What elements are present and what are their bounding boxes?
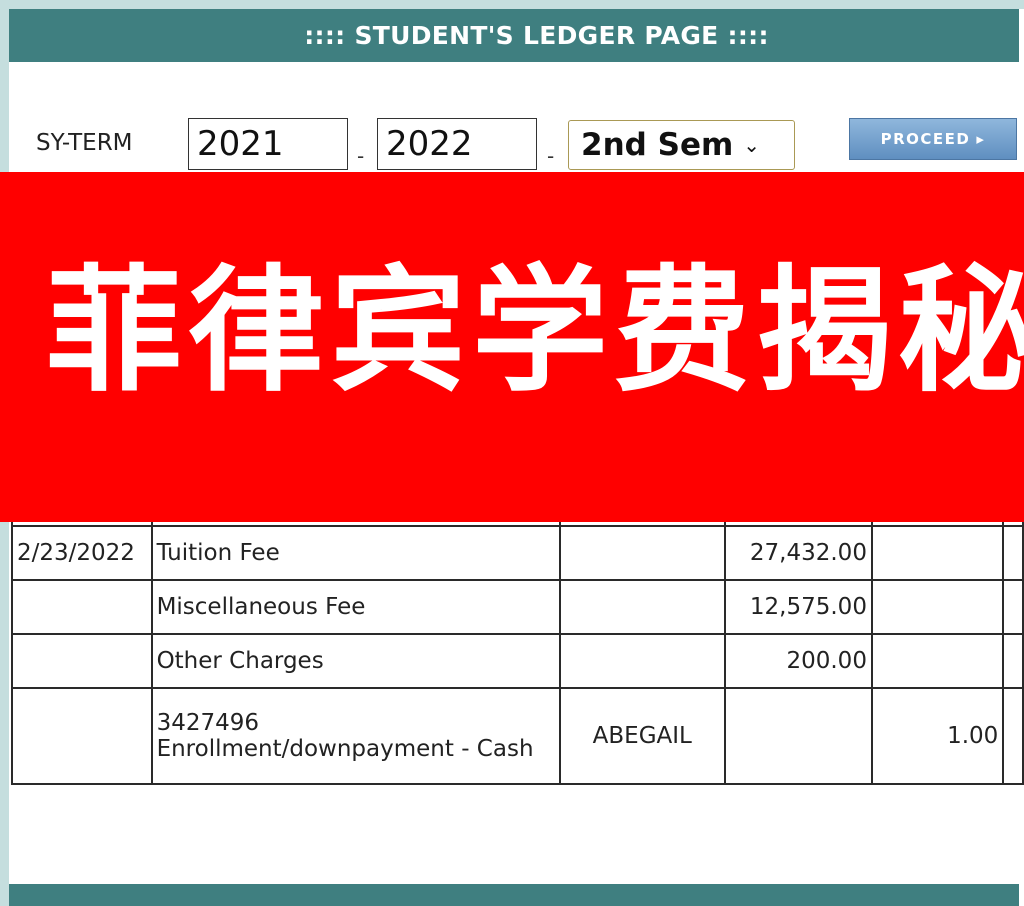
page-title: :::: STUDENT'S LEDGER PAGE :::: (304, 21, 769, 50)
syterm-label: SY-TERM (36, 130, 133, 156)
chevron-down-icon: ⌄ (743, 133, 761, 157)
credit-cell: 1.00 (870, 687, 1005, 785)
date-cell (11, 633, 153, 689)
credit-cell (870, 525, 1005, 581)
title-overlay-banner: 菲律宾学费揭秘 (0, 172, 1024, 522)
overlay-title: 菲律宾学费揭秘 (46, 253, 1024, 411)
credit-cell (870, 579, 1005, 635)
balance-cell (1002, 687, 1024, 785)
debit-cell (723, 687, 873, 785)
debit-cell: 200.00 (723, 633, 873, 689)
credit-cell (870, 633, 1005, 689)
balance-cell (1002, 633, 1024, 689)
ledger-table: 2/23/2022 Tuition Fee 27,432.00 Miscella… (11, 505, 1024, 785)
debit-cell: 12,575.00 (723, 579, 873, 635)
description-cell: Miscellaneous Fee (150, 579, 561, 635)
table-row: 3427496 Enrollment/downpayment - Cash AB… (11, 687, 1024, 785)
description-cell: Tuition Fee (150, 525, 561, 581)
arrow-right-icon: ▸ (976, 130, 986, 148)
proceed-button[interactable]: PROCEED ▸ (849, 118, 1017, 160)
by-cell (558, 633, 726, 689)
date-cell (11, 687, 153, 785)
semester-separator: - (547, 144, 555, 168)
by-cell: ABEGAIL (558, 687, 726, 785)
by-cell (558, 579, 726, 635)
year-end-input[interactable] (377, 118, 537, 170)
balance-cell (1002, 579, 1024, 635)
table-row: Miscellaneous Fee 12,575.00 (11, 579, 1024, 635)
page-header: :::: STUDENT'S LEDGER PAGE :::: (9, 9, 1019, 62)
by-cell (558, 525, 726, 581)
balance-cell (1002, 525, 1024, 581)
page-top-border (0, 0, 1024, 9)
table-row: 2/23/2022 Tuition Fee 27,432.00 (11, 525, 1024, 581)
debit-cell: 27,432.00 (723, 525, 873, 581)
year-start-input[interactable] (188, 118, 348, 170)
date-cell (11, 579, 153, 635)
date-cell: 2/23/2022 (11, 525, 153, 581)
semester-value: 2nd Sem (581, 127, 734, 163)
table-row: Other Charges 200.00 (11, 633, 1024, 689)
syterm-form: SY-TERM - - 2nd Sem ⌄ PROCEED ▸ (9, 110, 1019, 180)
description-cell: Other Charges (150, 633, 561, 689)
description-cell: 3427496 Enrollment/downpayment - Cash (150, 687, 561, 785)
page-footer (9, 884, 1019, 906)
year-separator: - (357, 144, 365, 168)
proceed-label: PROCEED (880, 130, 971, 148)
semester-select[interactable]: 2nd Sem ⌄ (568, 120, 795, 170)
